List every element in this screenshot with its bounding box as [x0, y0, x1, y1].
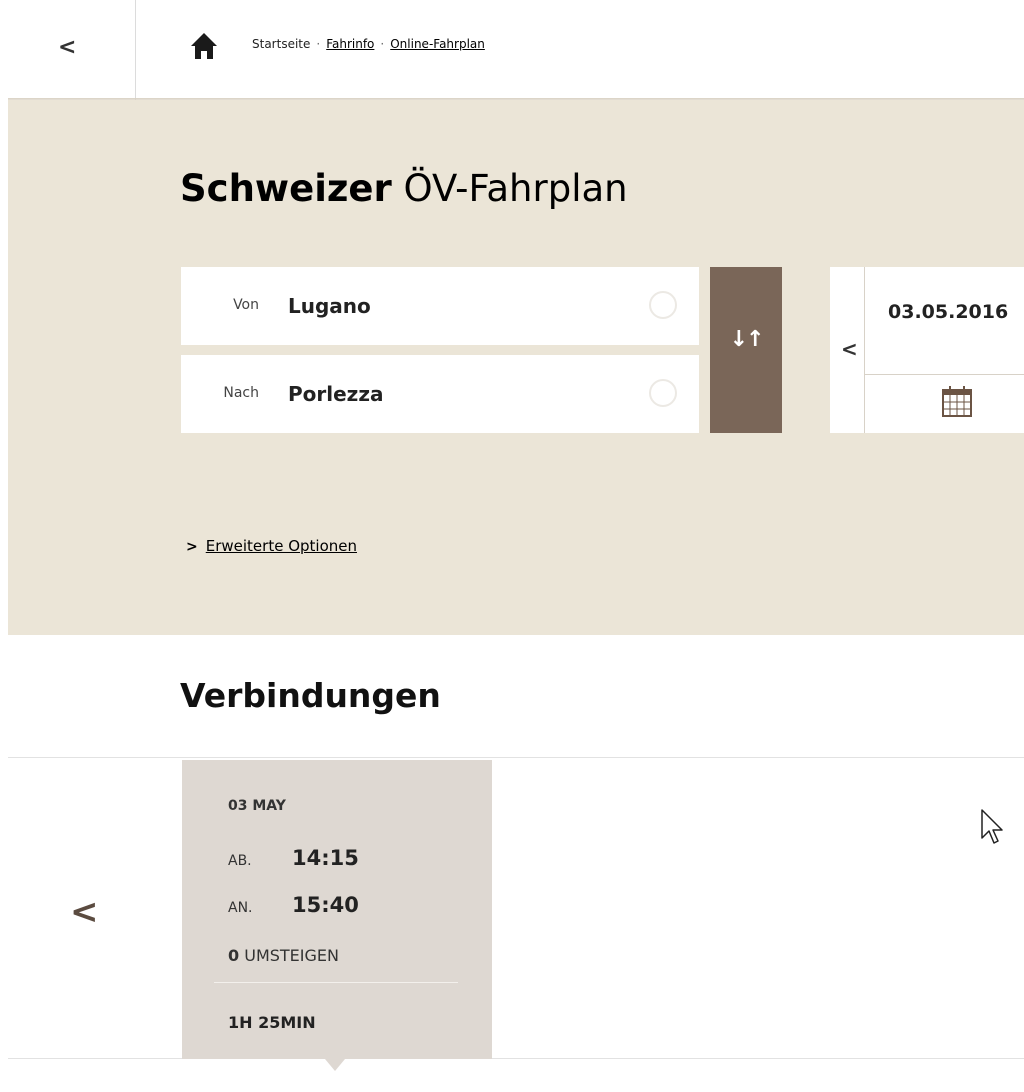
calendar-icon[interactable] — [941, 384, 973, 418]
advanced-options-link[interactable]: Erweiterte Optionen — [206, 537, 357, 555]
home-icon[interactable] — [190, 31, 218, 61]
location-circle-icon[interactable] — [649, 291, 677, 319]
page-title-rest: ÖV-Fahrplan — [403, 167, 628, 210]
card-divider — [214, 982, 458, 983]
back-button[interactable]: < — [0, 0, 136, 100]
breadcrumb-fahrinfo[interactable]: Fahrinfo — [326, 37, 374, 51]
page-title: Schweizer ÖV-Fahrplan — [180, 163, 628, 215]
swap-button[interactable]: ↓↑ — [710, 267, 782, 433]
mouse-pointer-icon — [981, 809, 1003, 844]
chevron-left-icon: < — [841, 337, 858, 361]
departure-row: AB. 14:15 — [228, 846, 359, 870]
transfers-label: UMSTEIGEN — [244, 946, 339, 965]
from-value[interactable]: Lugano — [288, 294, 371, 318]
arrival-label: AN. — [228, 900, 253, 916]
breadcrumb-separator: · — [316, 37, 321, 51]
date-divider — [865, 374, 1024, 375]
chevron-right-icon: > — [186, 539, 198, 555]
back-chevron-icon: < — [58, 35, 77, 60]
breadcrumb-separator: · — [380, 37, 385, 51]
transfers-info: 0 UMSTEIGEN — [228, 946, 339, 965]
to-label: Nach — [223, 385, 259, 401]
top-navigation: < Startseite · Fahrinfo · Online-Fahrplan — [0, 0, 1024, 100]
to-field[interactable]: Nach Porlezza — [181, 355, 699, 433]
connection-card[interactable]: 03 MAY AB. 14:15 AN. 15:40 0 UMSTEIGEN 1H … — [182, 760, 492, 1059]
breadcrumb-online-fahrplan[interactable]: Online-Fahrplan — [390, 37, 485, 51]
from-field[interactable]: Von Lugano — [181, 267, 699, 345]
connection-date: 03 MAY — [228, 798, 286, 814]
date-value[interactable]: 03.05.2016 — [888, 301, 1008, 323]
page-title-bold: Schweizer — [180, 167, 392, 210]
connection-duration: 1H 25MIN — [228, 1013, 316, 1032]
earlier-connections-button[interactable]: < — [70, 892, 99, 932]
arrival-row: AN. 15:40 — [228, 893, 359, 917]
from-label: Von — [233, 297, 259, 313]
card-pointer — [325, 1059, 345, 1071]
arrival-time: 15:40 — [292, 893, 359, 917]
to-value[interactable]: Porlezza — [288, 382, 383, 406]
swap-arrows-icon: ↓↑ — [729, 327, 765, 352]
departure-label: AB. — [228, 853, 252, 869]
divider — [8, 1058, 1024, 1059]
transfers-count: 0 — [228, 946, 240, 965]
date-prev-button[interactable]: < — [830, 267, 865, 433]
breadcrumb: Startseite · Fahrinfo · Online-Fahrplan — [252, 37, 485, 51]
location-circle-icon[interactable] — [649, 379, 677, 407]
divider — [8, 757, 1024, 758]
date-selector: < 03.05.2016 — [830, 267, 1024, 433]
advanced-options-toggle[interactable]: > Erweiterte Optionen — [186, 537, 357, 555]
departure-time: 14:15 — [292, 846, 359, 870]
breadcrumb-home[interactable]: Startseite — [252, 37, 310, 51]
results-title: Verbindungen — [180, 676, 441, 715]
